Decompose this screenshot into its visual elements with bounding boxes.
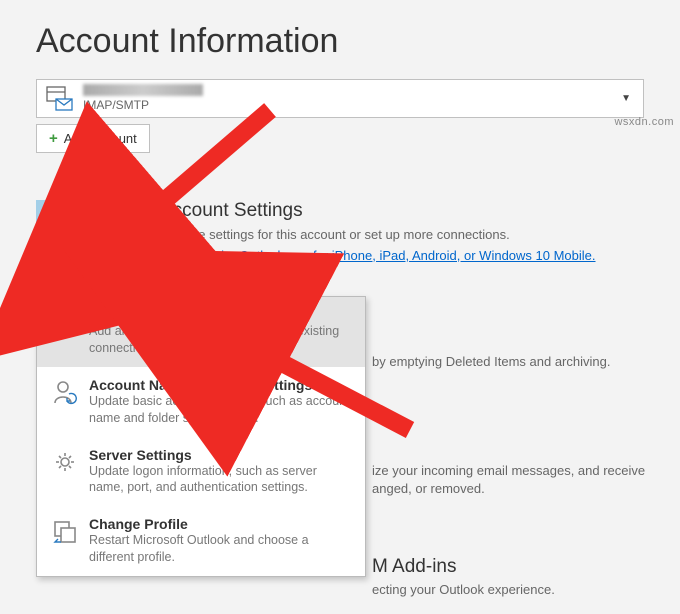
account-selector-dropdown[interactable]: IMAP/SMTP ▼ [36,79,644,118]
menu-item-title: Change Profile [89,516,351,532]
profile-switch-icon [52,518,78,566]
menu-item-server-settings[interactable]: Server Settings Update logon information… [37,437,365,507]
add-account-button[interactable]: + Add Account [36,124,150,153]
chevron-down-icon: ▾ [112,274,117,284]
rules-desc-fragment: ize your incoming email messages, and re… [372,462,645,497]
mailbox-desc-fragment: by emptying Deleted Items and archiving. [372,354,610,369]
menu-item-sub: Update logon information, such as server… [89,463,351,497]
addins-desc-fragment: ecting your Outlook experience. [372,582,555,597]
addins-title-fragment: M Add-ins [372,556,456,578]
user-gear-icon [68,210,112,250]
user-sync-icon [52,379,78,427]
account-email-obscured [83,84,203,96]
add-account-label: Add Account [64,131,137,146]
user-gear-icon [52,309,78,357]
gear-icon [52,449,78,497]
menu-item-name-sync[interactable]: Account Name and Sync Settings Update ba… [37,367,365,437]
section-account-settings: Account Settings Change settings for thi… [160,200,596,263]
mailbox-icon [45,85,75,113]
account-settings-label-2: Settings [63,270,110,285]
menu-item-sub: Update basic account settings such as ac… [89,393,351,427]
page-title: Account Information [0,0,680,79]
chevron-down-icon: ▼ [621,93,631,104]
menu-item-title: Server Settings [89,447,351,463]
menu-item-sub: Add and remove accounts or change existi… [89,323,351,357]
menu-item-title: Account Name and Sync Settings [89,377,351,393]
account-settings-label-1: Account [67,254,114,269]
watermark: wsxdn.com [614,116,674,128]
get-outlook-app-link[interactable]: Get the Outlook app for iPhone, iPad, An… [193,248,596,263]
menu-item-change-profile[interactable]: Change Profile Restart Microsoft Outlook… [37,506,365,576]
menu-item-account-settings[interactable]: Account Settings... Add and remove accou… [37,297,365,367]
plus-icon: + [49,130,58,147]
account-selector-content: IMAP/SMTP [45,84,203,113]
menu-item-sub: Restart Microsoft Outlook and choose a d… [89,532,351,566]
section-desc: Change settings for this account or set … [160,226,596,244]
account-settings-dropdown-button[interactable]: Account Settings▾ [36,200,144,296]
menu-item-title: Account Settings... [89,307,351,323]
account-type-label: IMAP/SMTP [83,98,203,113]
bullet-icon [178,255,183,260]
section-title: Account Settings [160,200,596,222]
account-settings-menu: Account Settings... Add and remove accou… [36,296,366,577]
